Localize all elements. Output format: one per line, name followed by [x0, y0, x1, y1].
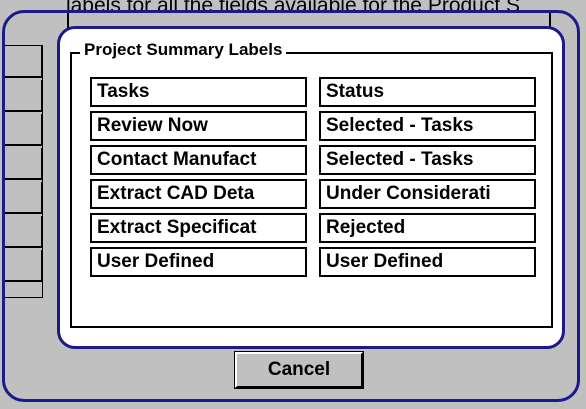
- left-label-field-4[interactable]: Extract CAD Deta: [90, 179, 307, 209]
- left-label-field-5[interactable]: Extract Specificat: [90, 213, 307, 243]
- side-cell: [5, 114, 43, 146]
- right-label-field-6[interactable]: User Defined: [319, 247, 536, 277]
- right-label-field-4[interactable]: Under Considerati: [319, 179, 536, 209]
- right-label-field-1[interactable]: Status: [319, 77, 536, 107]
- right-label-field-5[interactable]: Rejected: [319, 213, 536, 243]
- left-label-field-3[interactable]: Contact Manufact: [90, 145, 307, 175]
- side-cell: [5, 80, 43, 112]
- dialog-window: Project Summary Labels Tasks Review Now …: [2, 10, 580, 402]
- left-label-field-1[interactable]: Tasks: [90, 77, 307, 107]
- side-cell: [5, 182, 43, 214]
- side-cell: [5, 46, 43, 78]
- left-label-field-2[interactable]: Review Now: [90, 111, 307, 141]
- cancel-button[interactable]: Cancel: [234, 351, 364, 389]
- right-label-field-2[interactable]: Selected - Tasks: [319, 111, 536, 141]
- summary-panel: Project Summary Labels Tasks Review Now …: [57, 26, 565, 349]
- right-label-field-3[interactable]: Selected - Tasks: [319, 145, 536, 175]
- left-label-field-6[interactable]: User Defined: [90, 247, 307, 277]
- side-cell: [5, 216, 43, 248]
- side-cell: [5, 148, 43, 180]
- group-title: Project Summary Labels: [80, 40, 287, 60]
- side-cell: [5, 250, 43, 282]
- side-strip: [5, 45, 43, 298]
